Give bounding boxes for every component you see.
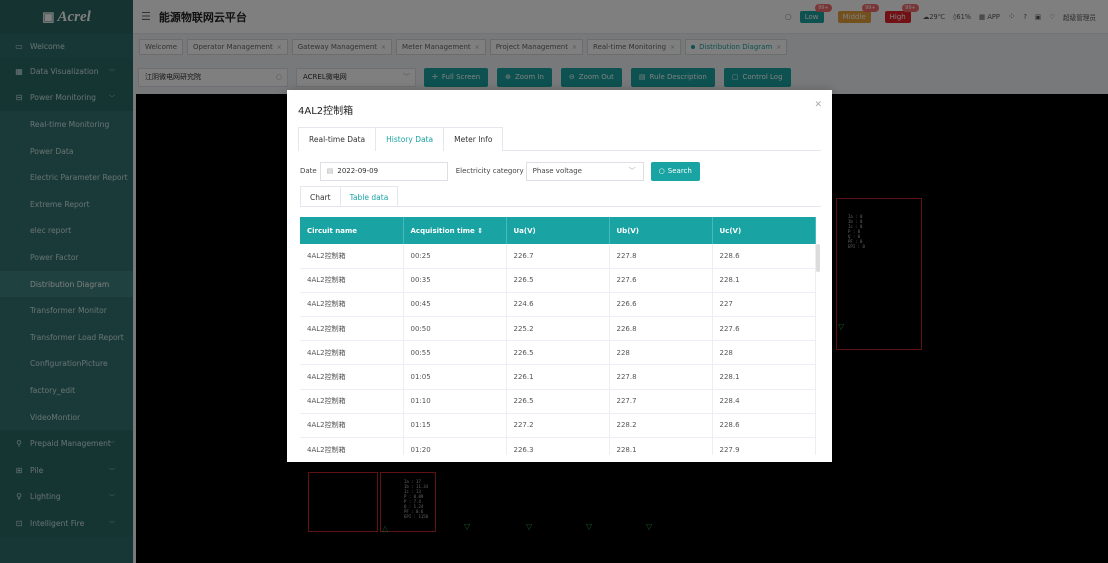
- table-cell: 228: [712, 340, 816, 366]
- table-header-row: Circuit name Acquisition time ⇕ Ua(V) Ub(V)…: [300, 217, 816, 244]
- table-cell: 4AL2控制箱: [300, 244, 404, 269]
- history-table-wrapper[interactable]: Circuit name Acquisition time ⇕ Ua(V) Ub(V)…: [300, 217, 822, 455]
- table-cell: 4AL2控制箱: [300, 316, 404, 342]
- table-cell: 226.7: [506, 244, 610, 269]
- table-cell: 227.6: [609, 268, 713, 293]
- view-subtab[interactable]: Chart: [300, 186, 341, 207]
- table-cell: 01:15: [403, 413, 507, 439]
- date-picker[interactable]: ▤ 2022-09-09: [319, 161, 448, 181]
- column-header[interactable]: Uc(V): [712, 217, 816, 244]
- chevron-down-icon: ﹀: [628, 167, 636, 175]
- table-cell: 224.6: [506, 292, 610, 318]
- table-cell: 227.8: [609, 364, 713, 390]
- table-cell: 4AL2控制箱: [300, 268, 404, 293]
- table-cell: 01:20: [403, 437, 507, 455]
- table-cell: 228.1: [712, 268, 816, 293]
- table-cell: 228.4: [712, 389, 816, 414]
- category-label: Electricity category: [455, 167, 524, 175]
- table-cell: 4AL2控制箱: [300, 413, 404, 439]
- date-label: Date: [300, 167, 317, 175]
- table-cell: 226.8: [609, 316, 713, 342]
- table-cell: 226.5: [506, 389, 610, 414]
- column-header[interactable]: Acquisition time ⇕: [403, 217, 507, 244]
- table-cell: 228.6: [712, 413, 816, 439]
- table-cell: 227.2: [506, 413, 610, 439]
- table-cell: 00:45: [403, 292, 507, 318]
- table-cell: 227.6: [712, 316, 816, 342]
- calendar-icon: ▤: [326, 167, 334, 175]
- table-cell: 00:25: [403, 244, 507, 269]
- table-row[interactable]: 4AL2控制箱 01:10 226.5 227.7 228.4: [300, 389, 816, 414]
- table-cell: 4AL2控制箱: [300, 364, 404, 390]
- table-cell: 225.2: [506, 316, 610, 342]
- table-cell: 227: [712, 292, 816, 318]
- circuit-detail-dialog: 4AL2控制箱 ✕ Real-time Data History Data Mete…: [287, 90, 832, 462]
- table-cell: 01:05: [403, 364, 507, 390]
- table-row[interactable]: 4AL2控制箱 00:25 226.7 227.8 228.6: [300, 244, 816, 269]
- date-value: 2022-09-09: [337, 167, 379, 175]
- table-row[interactable]: 4AL2控制箱 01:20 226.3 228.1 227.9: [300, 437, 816, 455]
- dialog-tabs: Real-time Data History Data Meter Info: [298, 127, 821, 151]
- dialog-tab[interactable]: History Data: [375, 127, 445, 151]
- table-cell: 00:50: [403, 316, 507, 342]
- table-scrollbar[interactable]: [816, 244, 820, 272]
- column-header[interactable]: Ua(V): [506, 217, 610, 244]
- table-cell: 226.5: [506, 340, 610, 366]
- column-header[interactable]: Circuit name: [300, 217, 404, 244]
- history-table: Circuit name Acquisition time ⇕ Ua(V) Ub(V)…: [300, 217, 816, 455]
- table-cell: 4AL2控制箱: [300, 437, 404, 455]
- table-cell: 228: [609, 340, 713, 366]
- close-icon[interactable]: ✕: [814, 100, 822, 110]
- table-cell: 227.7: [609, 389, 713, 414]
- table-cell: 00:35: [403, 268, 507, 293]
- table-cell: 228.1: [609, 437, 713, 455]
- table-cell: 228.2: [609, 413, 713, 439]
- table-row[interactable]: 4AL2控制箱 00:50 225.2 226.8 227.6: [300, 316, 816, 342]
- table-cell: 4AL2控制箱: [300, 292, 404, 318]
- table-cell: 228.1: [712, 364, 816, 390]
- dialog-tab[interactable]: Meter Info: [443, 127, 504, 151]
- table-cell: 226.3: [506, 437, 610, 455]
- table-row[interactable]: 4AL2控制箱 01:15 227.2 228.2 228.6: [300, 413, 816, 439]
- search-button-label: Search: [667, 167, 692, 175]
- table-cell: 226.1: [506, 364, 610, 390]
- search-icon: ○: [658, 167, 665, 175]
- search-button[interactable]: ○ Search: [650, 161, 700, 181]
- column-header[interactable]: Ub(V): [609, 217, 713, 244]
- table-row[interactable]: 4AL2控制箱 00:45 224.6 226.6 227: [300, 292, 816, 318]
- table-cell: 00:55: [403, 340, 507, 366]
- dialog-title: 4AL2控制箱: [298, 106, 354, 117]
- table-cell: 228.6: [712, 244, 816, 269]
- view-subtabs: Chart Table data: [300, 186, 821, 207]
- table-cell: 4AL2控制箱: [300, 340, 404, 366]
- table-cell: 226.6: [609, 292, 713, 318]
- category-select[interactable]: Phase voltage ﹀: [525, 161, 644, 181]
- history-filters: Date ▤ 2022-09-09 Electricity category P…: [300, 161, 700, 181]
- table-cell: 4AL2控制箱: [300, 389, 404, 414]
- table-row[interactable]: 4AL2控制箱 01:05 226.1 227.8 228.1: [300, 364, 816, 390]
- dialog-tab[interactable]: Real-time Data: [298, 127, 377, 151]
- table-row[interactable]: 4AL2控制箱 00:35 226.5 227.6 228.1: [300, 268, 816, 293]
- table-row[interactable]: 4AL2控制箱 00:55 226.5 228 228: [300, 340, 816, 366]
- table-cell: 227.9: [712, 437, 816, 455]
- category-value: Phase voltage: [532, 167, 582, 175]
- table-cell: 01:10: [403, 389, 507, 414]
- table-cell: 226.5: [506, 268, 610, 293]
- view-subtab[interactable]: Table data: [339, 186, 399, 207]
- table-cell: 227.8: [609, 244, 713, 269]
